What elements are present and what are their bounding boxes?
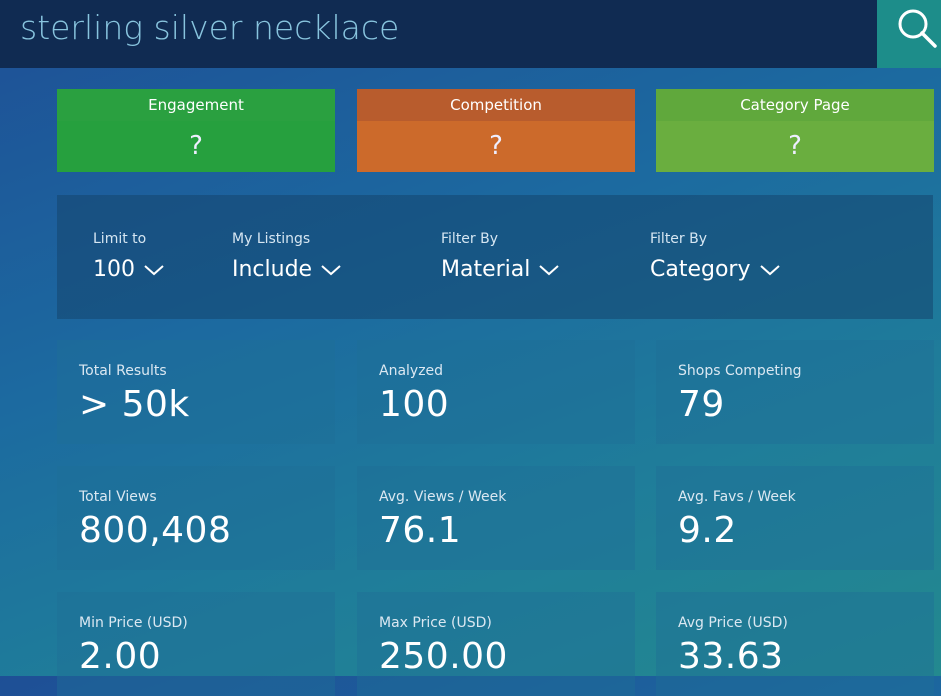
stat-label: Avg Price (USD) (678, 615, 788, 631)
stat-value: 800,408 (79, 510, 232, 551)
filter-panel: Limit to 100 My Listings Include Filter … (57, 195, 933, 319)
stat-shops-competing: Shops Competing 79 (656, 340, 934, 444)
stat-label: Shops Competing (678, 363, 802, 379)
competition-score-card[interactable]: Competition ? (357, 89, 635, 172)
category-value: Category (650, 257, 751, 282)
chevron-down-icon (759, 264, 780, 275)
chevron-down-icon (321, 264, 341, 275)
search-icon (898, 9, 937, 48)
engagement-value: ? (57, 121, 335, 172)
stat-avg-price: Avg Price (USD) 33.63 (656, 592, 934, 696)
chevron-down-icon (539, 264, 560, 275)
stat-label: Total Results (79, 363, 167, 379)
search-input[interactable]: sterling silver necklace (20, 8, 399, 48)
stat-value: 250.00 (379, 636, 508, 677)
competition-value: ? (357, 121, 635, 172)
material-value: Material (441, 257, 531, 282)
stat-label: Total Views (79, 489, 157, 505)
search-button[interactable] (877, 0, 941, 68)
limit-filter[interactable]: Limit to 100 (93, 231, 165, 282)
stat-value: > 50k (79, 384, 190, 425)
stat-label: Min Price (USD) (79, 615, 188, 631)
material-filter[interactable]: Filter By Material (441, 231, 560, 282)
stat-label: Analyzed (379, 363, 444, 379)
my-listings-filter-label: My Listings (232, 231, 311, 247)
stat-analyzed: Analyzed 100 (357, 340, 635, 444)
stat-total-results: Total Results > 50k (57, 340, 335, 444)
material-dropdown[interactable]: Material (441, 257, 560, 282)
stat-total-views: Total Views 800,408 (57, 466, 335, 570)
category-page-label: Category Page (656, 89, 934, 121)
limit-dropdown[interactable]: 100 (93, 257, 165, 282)
stat-max-price: Max Price (USD) 250.00 (357, 592, 635, 696)
stat-value: 76.1 (379, 510, 462, 551)
category-page-value: ? (656, 121, 934, 172)
my-listings-dropdown[interactable]: Include (232, 257, 342, 282)
stat-value: 2.00 (79, 636, 162, 677)
limit-filter-label: Limit to (93, 231, 147, 247)
category-filter-label: Filter By (650, 231, 708, 247)
my-listings-value: Include (232, 257, 313, 282)
category-filter[interactable]: Filter By Category (650, 231, 781, 282)
material-filter-label: Filter By (441, 231, 499, 247)
stat-label: Avg. Views / Week (379, 489, 507, 505)
stat-value: 100 (379, 384, 450, 425)
stat-avg-favs-week: Avg. Favs / Week 9.2 (656, 466, 934, 570)
stat-label: Avg. Favs / Week (678, 489, 796, 505)
stat-min-price: Min Price (USD) 2.00 (57, 592, 335, 696)
stat-value: 79 (678, 384, 725, 425)
my-listings-filter[interactable]: My Listings Include (232, 231, 342, 282)
category-page-score-card[interactable]: Category Page ? (656, 89, 934, 172)
engagement-label: Engagement (57, 89, 335, 121)
limit-value: 100 (93, 257, 135, 282)
search-bar[interactable]: sterling silver necklace (0, 0, 877, 68)
stat-value: 33.63 (678, 636, 784, 677)
engagement-score-card[interactable]: Engagement ? (57, 89, 335, 172)
category-dropdown[interactable]: Category (650, 257, 781, 282)
stat-value: 9.2 (678, 510, 737, 551)
chevron-down-icon (144, 264, 164, 275)
competition-label: Competition (357, 89, 635, 121)
stat-avg-views-week: Avg. Views / Week 76.1 (357, 466, 635, 570)
stat-label: Max Price (USD) (379, 615, 492, 631)
